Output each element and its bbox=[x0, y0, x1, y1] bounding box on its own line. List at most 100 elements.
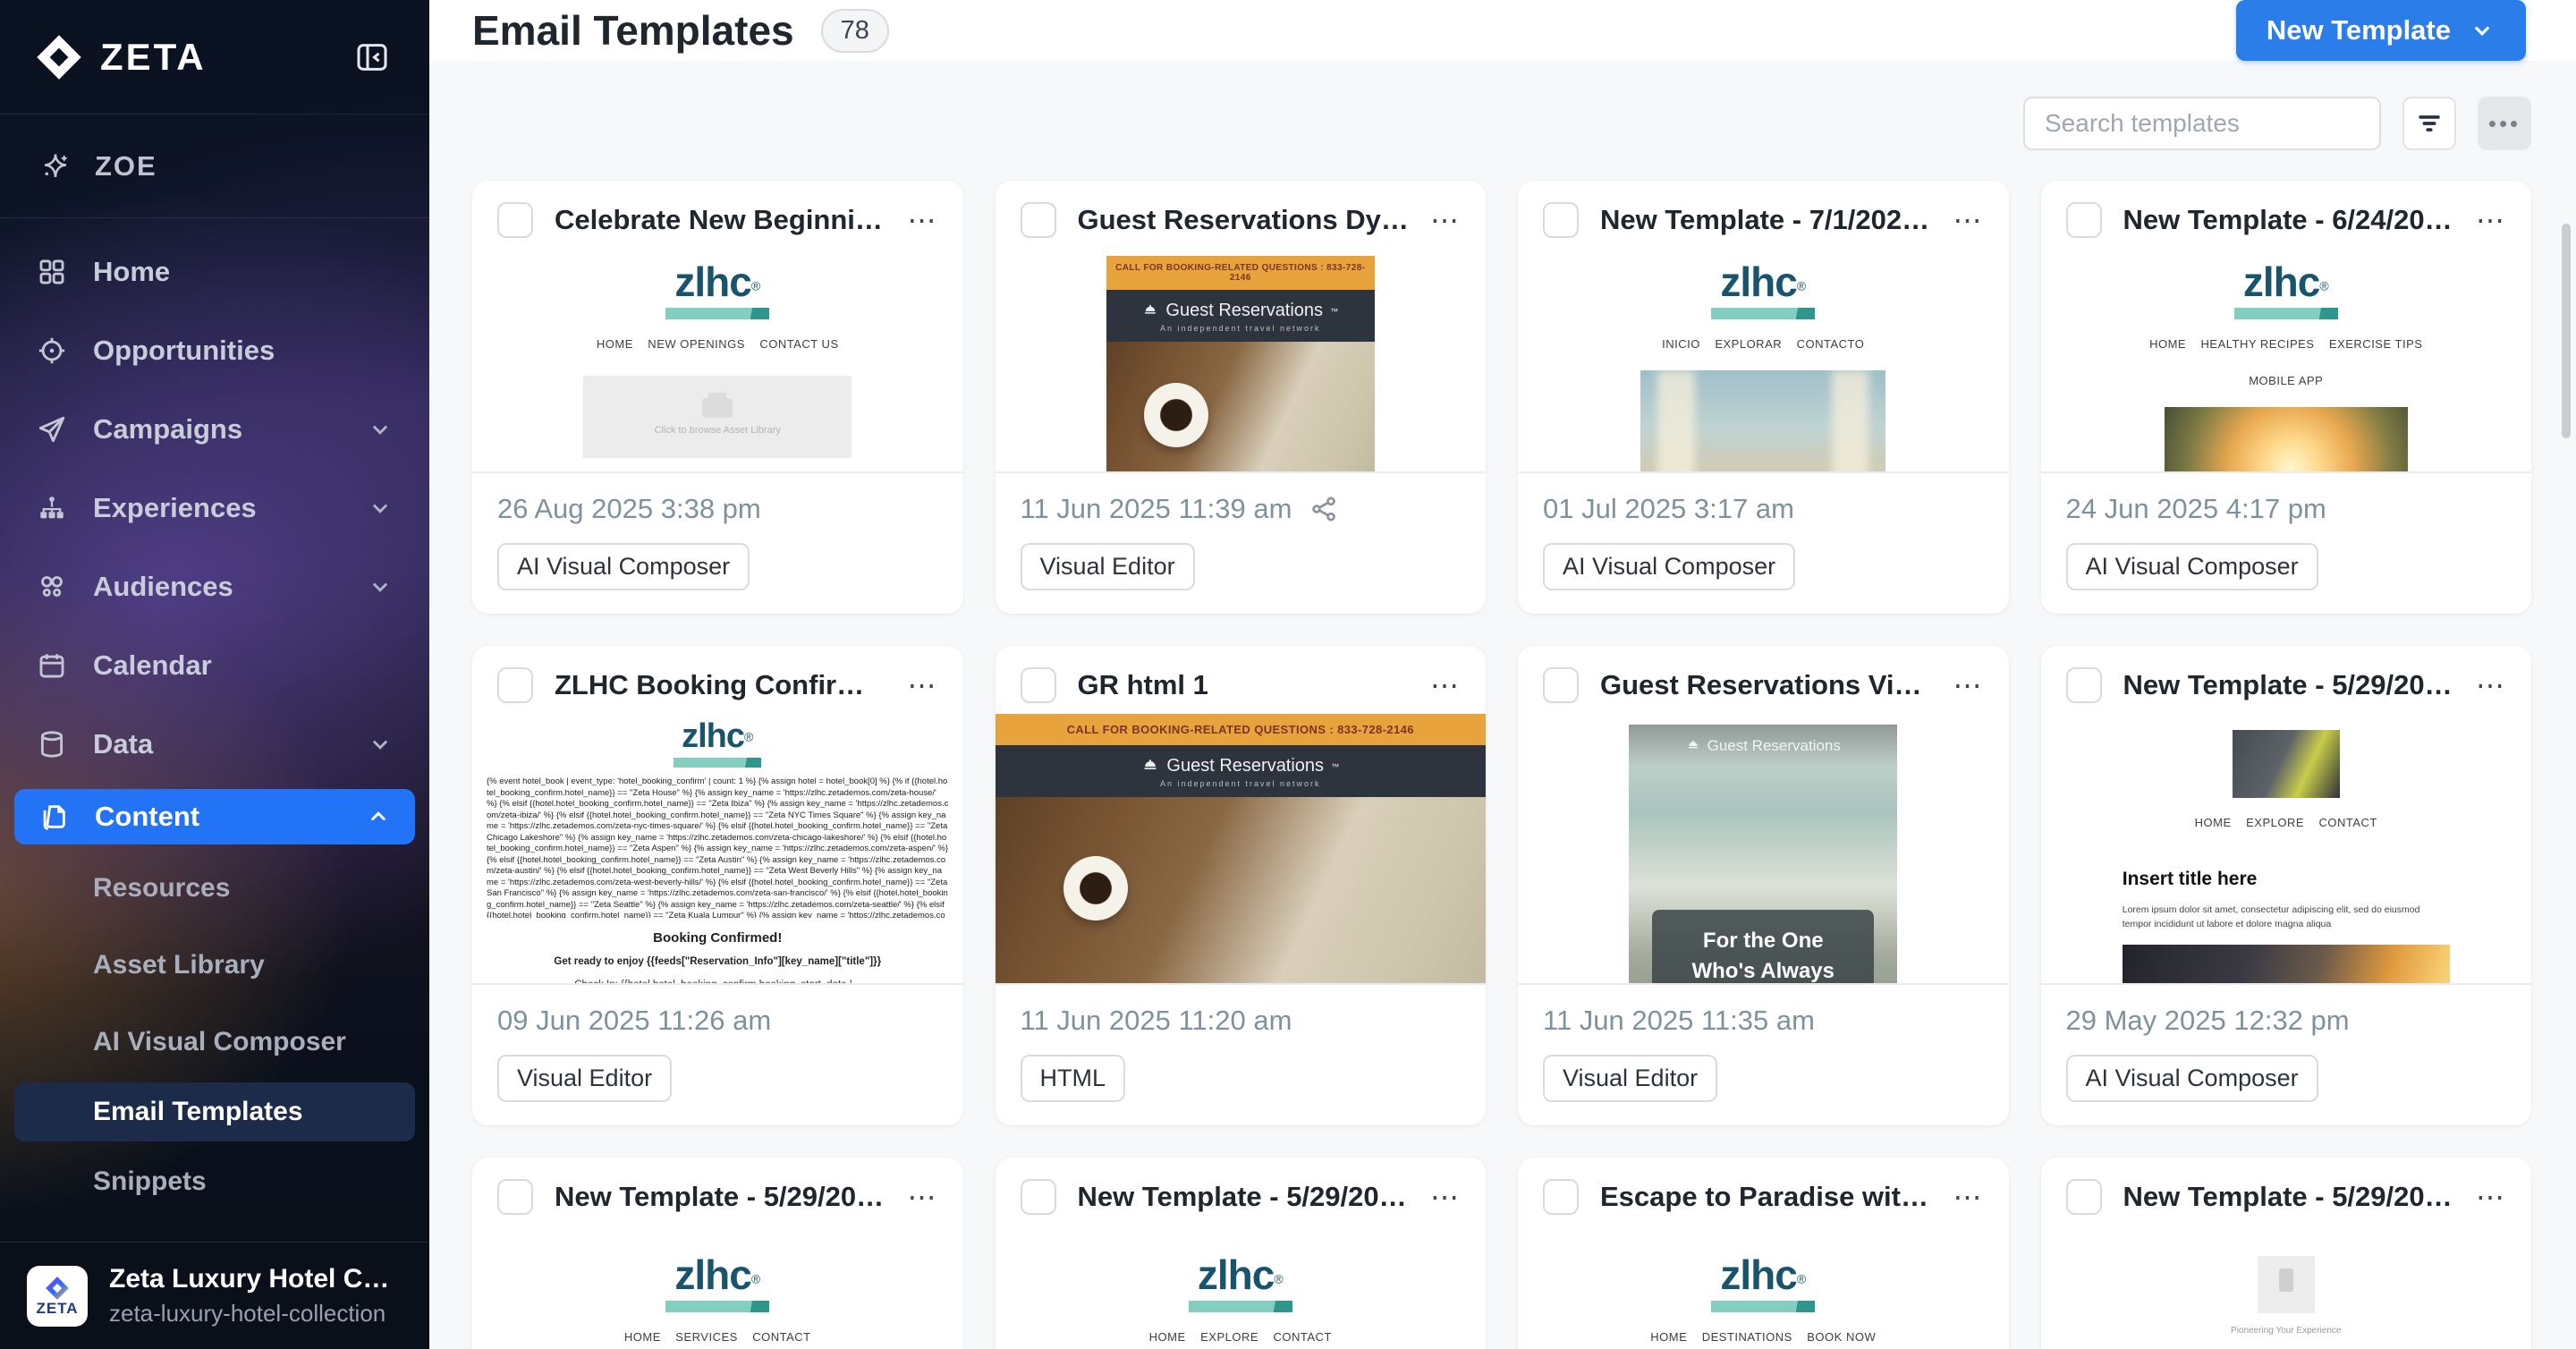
templates-grid: Celebrate New Beginnings wi... ⋯ zlhc® H… bbox=[472, 181, 2531, 1349]
card-checkbox[interactable] bbox=[1021, 667, 1056, 703]
sidebar-item-experiences[interactable]: Experiences bbox=[0, 469, 429, 547]
template-card[interactable]: GR html 1 ⋯ CALL FOR BOOKING-RELATED QUE… bbox=[996, 646, 1487, 1125]
card-checkbox[interactable] bbox=[497, 202, 533, 238]
card-checkbox[interactable] bbox=[497, 1179, 533, 1215]
card-menu-icon[interactable]: ⋯ bbox=[1430, 206, 1461, 234]
card-menu-icon[interactable]: ⋯ bbox=[908, 1183, 938, 1211]
card-checkbox[interactable] bbox=[2066, 667, 2102, 703]
sidebar: ZETA ZOE Home Opportunities bbox=[0, 0, 429, 1349]
sidebar-item-snippets[interactable]: Snippets bbox=[0, 1143, 429, 1220]
thumb-brand-header: Guest Reservations™ An independent trave… bbox=[996, 745, 1487, 797]
template-card[interactable]: Guest Reservations Visual ⋯ Guest Reserv… bbox=[1518, 646, 2009, 1125]
card-checkbox[interactable] bbox=[1021, 202, 1056, 238]
zlhc-logo: zlhc® bbox=[1518, 258, 2009, 319]
card-checkbox[interactable] bbox=[2066, 202, 2102, 238]
card-thumbnail[interactable]: Pioneering Your Experience bbox=[2041, 1226, 2532, 1349]
more-icon: ••• bbox=[2488, 110, 2521, 138]
account-logo: ZETA bbox=[27, 1266, 88, 1327]
card-thumbnail[interactable]: zlhc® HOME EXPLORE CONTACT bbox=[996, 1226, 1487, 1349]
sidebar-item-ai-visual-composer[interactable]: AI Visual Composer bbox=[0, 1004, 429, 1081]
card-thumbnail[interactable]: zlhc® HOME NEW OPENINGS CONTACT US Click… bbox=[472, 249, 963, 471]
sidebar-item-opportunities[interactable]: Opportunities bbox=[0, 311, 429, 390]
thumb-detail-lines: Check In: {{hotel.hotel_booking_confirm.… bbox=[574, 978, 860, 983]
card-editor-chip[interactable]: Visual Editor bbox=[497, 1055, 672, 1102]
sidebar-item-label: Audiences bbox=[93, 571, 233, 603]
card-checkbox[interactable] bbox=[1543, 667, 1579, 703]
card-checkbox[interactable] bbox=[1543, 1179, 1579, 1215]
card-menu-icon[interactable]: ⋯ bbox=[1953, 1183, 1984, 1211]
template-card[interactable]: New Template - 5/29/2025 1... ⋯ HOME EXP… bbox=[2041, 646, 2532, 1125]
card-thumbnail[interactable]: CALL FOR BOOKING-RELATED QUESTIONS : 833… bbox=[996, 714, 1487, 983]
card-thumbnail[interactable]: CALL FOR BOOKING-RELATED QUESTIONS : 833… bbox=[996, 249, 1487, 471]
card-editor-chip[interactable]: AI Visual Composer bbox=[2066, 543, 2318, 590]
card-thumbnail[interactable]: zlhc® HOME SERVICES CONTACT bbox=[472, 1226, 963, 1349]
sidebar-item-home[interactable]: Home bbox=[0, 233, 429, 311]
sidebar-item-content[interactable]: Content bbox=[14, 789, 415, 844]
card-menu-icon[interactable]: ⋯ bbox=[1430, 671, 1461, 700]
zoe-label: ZOE bbox=[95, 150, 157, 182]
card-thumbnail[interactable]: HOME EXPLORE CONTACT Insert title here L… bbox=[2041, 714, 2532, 983]
sidebar-item-zoe[interactable]: ZOE bbox=[0, 115, 429, 218]
sidebar-collapse-icon[interactable] bbox=[351, 36, 394, 79]
share-icon[interactable] bbox=[1309, 495, 1338, 523]
chevron-down-icon bbox=[367, 573, 394, 600]
template-card[interactable]: New Template - 5/29/2025 1... ⋯ Pioneeri… bbox=[2041, 1158, 2532, 1349]
template-card[interactable]: Celebrate New Beginnings wi... ⋯ zlhc® H… bbox=[472, 181, 963, 614]
new-template-button[interactable]: New Template bbox=[2236, 0, 2526, 61]
thumb-photo-courtyard bbox=[1640, 370, 1885, 471]
card-editor-chip[interactable]: AI Visual Composer bbox=[1543, 543, 1795, 590]
template-card[interactable]: New Template - 5/29/2025 1... ⋯ zlhc® HO… bbox=[472, 1158, 963, 1349]
sidebar-item-resources[interactable]: Resources bbox=[0, 850, 429, 927]
card-menu-icon[interactable]: ⋯ bbox=[1953, 206, 1984, 234]
card-menu-icon[interactable]: ⋯ bbox=[1430, 1183, 1461, 1211]
card-menu-icon[interactable]: ⋯ bbox=[908, 206, 938, 234]
card-menu-icon[interactable]: ⋯ bbox=[2476, 671, 2506, 700]
card-editor-chip[interactable]: AI Visual Composer bbox=[497, 543, 750, 590]
sidebar-item-calendar[interactable]: Calendar bbox=[0, 626, 429, 705]
card-checkbox[interactable] bbox=[2066, 1179, 2102, 1215]
card-checkbox[interactable] bbox=[1021, 1179, 1056, 1215]
card-menu-icon[interactable]: ⋯ bbox=[2476, 206, 2506, 234]
card-checkbox[interactable] bbox=[1543, 202, 1579, 238]
card-thumbnail[interactable]: zlhc® {% event hotel_book | event_type: … bbox=[472, 714, 963, 983]
more-options-button[interactable]: ••• bbox=[2478, 97, 2531, 150]
card-menu-icon[interactable]: ⋯ bbox=[1953, 671, 1984, 700]
card-thumbnail[interactable]: Guest Reservations For the One Who's Alw… bbox=[1518, 714, 2009, 983]
template-card[interactable]: New Template - 7/1/2025 9:1... ⋯ zlhc® I… bbox=[1518, 181, 2009, 614]
template-card[interactable]: Guest Reservations Dynamic ... ⋯ CALL FO… bbox=[996, 181, 1487, 614]
card-menu-icon[interactable]: ⋯ bbox=[908, 671, 938, 700]
sidebar-item-label: Opportunities bbox=[93, 335, 275, 367]
thumb-nav-secondary: MOBILE APP bbox=[2041, 374, 2532, 387]
template-card[interactable]: ZLHC Booking Confirmation ... ⋯ zlhc® {%… bbox=[472, 646, 963, 1125]
card-title: Guest Reservations Dynamic ... bbox=[1078, 204, 1410, 236]
card-editor-chip[interactable]: Visual Editor bbox=[1021, 543, 1195, 590]
chevron-down-icon bbox=[367, 416, 394, 443]
card-checkbox[interactable] bbox=[497, 667, 533, 703]
thumb-nav: HOME NEW OPENINGS CONTACT US bbox=[472, 337, 963, 351]
template-card[interactable]: New Template - 5/29/2025 1... ⋯ zlhc® HO… bbox=[996, 1158, 1487, 1349]
sidebar-item-data[interactable]: Data bbox=[0, 705, 429, 784]
card-menu-icon[interactable]: ⋯ bbox=[2476, 1183, 2506, 1211]
card-editor-chip[interactable]: AI Visual Composer bbox=[2066, 1055, 2318, 1102]
card-editor-chip[interactable]: Visual Editor bbox=[1543, 1055, 1717, 1102]
card-editor-chip[interactable]: HTML bbox=[1021, 1055, 1126, 1102]
zlhc-logo: zlhc® bbox=[472, 717, 963, 768]
sidebar-item-audiences[interactable]: Audiences bbox=[0, 547, 429, 626]
sidebar-item-email-templates[interactable]: Email Templates bbox=[14, 1082, 415, 1141]
chevron-down-icon bbox=[2469, 17, 2496, 44]
sidebar-item-campaigns[interactable]: Campaigns bbox=[0, 390, 429, 469]
scrollbar-thumb[interactable] bbox=[2562, 224, 2571, 438]
sidebar-item-asset-library[interactable]: Asset Library bbox=[0, 927, 429, 1004]
card-thumbnail[interactable]: zlhc® HOME HEALTHY RECIPES EXERCISE TIPS… bbox=[2041, 249, 2532, 471]
zlhc-logo: zlhc® bbox=[996, 1251, 1487, 1312]
account-switcher[interactable]: ZETA Zeta Luxury Hotel Colle... zeta-lux… bbox=[0, 1242, 429, 1349]
template-card[interactable]: Escape to Paradise with Zeta ... ⋯ zlhc®… bbox=[1518, 1158, 2009, 1349]
bell-icon bbox=[1141, 758, 1159, 776]
card-thumbnail[interactable]: zlhc® HOME DESTINATIONS BOOK NOW CONTACT… bbox=[1518, 1226, 2009, 1349]
filter-button[interactable] bbox=[2402, 97, 2456, 150]
thumb-heading: Booking Confirmed! bbox=[472, 930, 963, 946]
template-card[interactable]: New Template - 6/24/2025 3:... ⋯ zlhc® H… bbox=[2041, 181, 2532, 614]
chevron-down-icon bbox=[367, 731, 394, 758]
card-thumbnail[interactable]: zlhc® INICIO EXPLORAR CONTACTO bbox=[1518, 249, 2009, 471]
search-input[interactable] bbox=[2025, 98, 2381, 148]
